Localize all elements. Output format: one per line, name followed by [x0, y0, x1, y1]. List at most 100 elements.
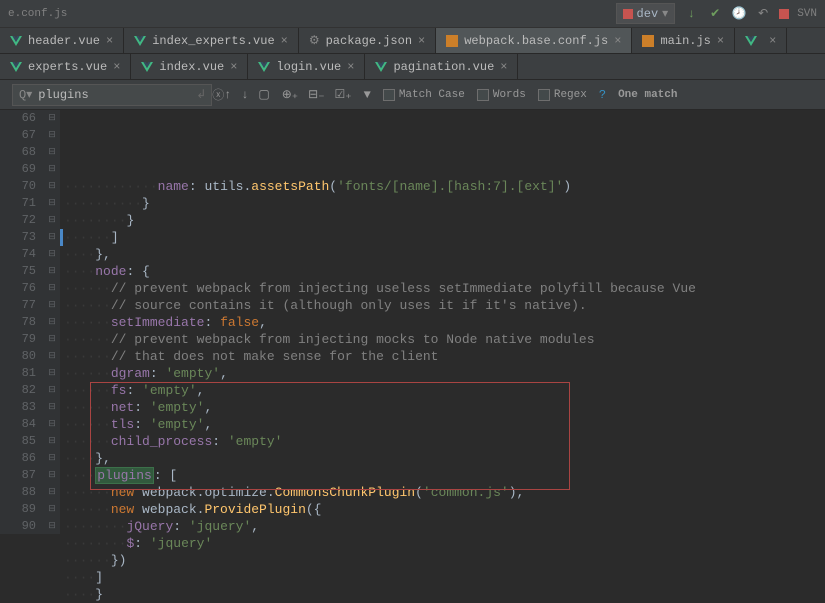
branch-icon	[623, 9, 633, 19]
code-line[interactable]: ········$: 'jquery'	[64, 535, 825, 552]
stop-icon[interactable]	[779, 9, 789, 19]
top-toolbar: e.conf.js dev ▾ ↓ ✔ 🕗 ↶ SVN	[0, 0, 825, 28]
vue-icon	[10, 36, 22, 46]
enter-icon: ↲	[196, 87, 206, 102]
close-icon[interactable]: ×	[614, 34, 621, 48]
code-line[interactable]: ····}	[64, 586, 825, 603]
code-line[interactable]: ······fs: 'empty',	[64, 382, 825, 399]
clear-search-icon[interactable]: ⓧ	[212, 86, 224, 103]
breakpoint-stripe	[60, 229, 63, 246]
editor-tab[interactable]: pagination.vue ×	[365, 54, 518, 79]
chevron-down-icon: ▾	[662, 6, 668, 21]
code-line[interactable]: ············name: utils.assetsPath('font…	[64, 178, 825, 195]
code-line[interactable]: ····},	[64, 450, 825, 467]
code-line[interactable]: ······new webpack.ProvidePlugin({	[64, 501, 825, 518]
match-case-checkbox[interactable]: Match Case	[383, 89, 465, 101]
code-line[interactable]: ········jQuery: 'jquery',	[64, 518, 825, 535]
editor-tab[interactable]: ⚙ package.json ×	[299, 28, 436, 53]
code-line[interactable]: ······new webpack.optimize.CommonsChunkP…	[64, 484, 825, 501]
vcs-history-icon[interactable]: 🕗	[731, 6, 747, 22]
code-line[interactable]: ······tls: 'empty',	[64, 416, 825, 433]
vcs-update-icon[interactable]: ↓	[683, 6, 699, 22]
editor-tab[interactable]: header.vue ×	[0, 28, 124, 53]
fold-gutter[interactable]: ⊟⊟⊟⊟⊟⊟⊟⊟⊟⊟⊟⊟⊟⊟⊟⊟⊟⊟⊟⊟⊟⊟⊟⊟⊟	[44, 110, 60, 534]
vue-icon	[375, 62, 387, 72]
close-icon[interactable]: ×	[347, 60, 354, 74]
vue-icon	[141, 62, 153, 72]
help-icon[interactable]: ?	[599, 88, 606, 102]
remove-selection-icon[interactable]: ⊟₋	[308, 87, 324, 102]
tab-label: login.vue	[276, 60, 341, 74]
code-line[interactable]: ······net: 'empty',	[64, 399, 825, 416]
code-line[interactable]: ········}	[64, 212, 825, 229]
code-line[interactable]: ······setImmediate: false,	[64, 314, 825, 331]
select-all-button[interactable]: ▢	[258, 87, 269, 102]
code-line[interactable]: ····node: {	[64, 263, 825, 280]
vue-icon	[745, 36, 757, 46]
close-icon[interactable]: ×	[281, 34, 288, 48]
editor-tab[interactable]: index_experts.vue ×	[124, 28, 299, 53]
file-path: e.conf.js	[8, 8, 67, 20]
git-branch-selector[interactable]: dev ▾	[616, 3, 676, 24]
close-icon[interactable]: ×	[717, 34, 724, 48]
code-line[interactable]: ······})	[64, 552, 825, 569]
code-line[interactable]: ······child_process: 'empty'	[64, 433, 825, 450]
branch-name: dev	[637, 7, 659, 21]
code-line[interactable]: ······]	[64, 229, 825, 246]
tab-label: header.vue	[28, 34, 100, 48]
code-line[interactable]: ······dgram: 'empty',	[64, 365, 825, 382]
editor-tab[interactable]: webpack.base.conf.js ×	[436, 28, 632, 53]
tab-label: index_experts.vue	[152, 34, 274, 48]
words-checkbox[interactable]: Words	[477, 89, 526, 101]
select-occurrences-icon[interactable]: ☑₊	[335, 87, 352, 102]
tab-label: package.json	[326, 34, 412, 48]
editor-tab[interactable]: index.vue ×	[131, 54, 248, 79]
close-icon[interactable]: ×	[230, 60, 237, 74]
regex-checkbox[interactable]: Regex	[538, 89, 587, 101]
close-icon[interactable]: ×	[418, 34, 425, 48]
add-selection-icon[interactable]: ⊕₊	[282, 87, 298, 102]
editor-tab[interactable]: login.vue ×	[248, 54, 365, 79]
svn-label: SVN	[797, 8, 817, 20]
code-line[interactable]: ······// prevent webpack from injecting …	[64, 331, 825, 348]
tab-label: pagination.vue	[393, 60, 494, 74]
code-line[interactable]: ····},	[64, 246, 825, 263]
vcs-revert-icon[interactable]: ↶	[755, 6, 771, 22]
close-icon[interactable]: ×	[500, 60, 507, 74]
search-input[interactable]	[38, 88, 190, 102]
code-area[interactable]: ············name: utils.assetsPath('font…	[60, 110, 825, 534]
vue-icon	[258, 62, 270, 72]
match-count: One match	[618, 89, 677, 101]
close-icon[interactable]: ×	[106, 34, 113, 48]
editor-tab[interactable]: experts.vue ×	[0, 54, 131, 79]
code-line[interactable]: ··········}	[64, 195, 825, 212]
code-line[interactable]: ······// that does not make sense for th…	[64, 348, 825, 365]
prev-match-button[interactable]: ↑	[224, 88, 231, 102]
code-editor[interactable]: 6667686970717273747576777879808182838485…	[0, 110, 825, 534]
vue-icon	[134, 36, 146, 46]
vue-icon	[10, 62, 22, 72]
code-line[interactable]: ····]	[64, 569, 825, 586]
search-icon: Q▾	[19, 87, 32, 102]
tab-label: experts.vue	[28, 60, 107, 74]
close-icon[interactable]: ×	[769, 34, 776, 48]
search-input-container[interactable]: Q▾ ↲ ⓧ	[12, 84, 212, 106]
js-icon	[642, 35, 654, 47]
filter-icon[interactable]: ▼	[364, 88, 371, 102]
tab-label: index.vue	[159, 60, 224, 74]
code-line[interactable]: ······// source contains it (although on…	[64, 297, 825, 314]
line-number-gutter: 6667686970717273747576777879808182838485…	[0, 110, 44, 534]
editor-tabs-row-2: experts.vue×index.vue×login.vue×paginati…	[0, 54, 825, 80]
code-line[interactable]: ····plugins: [	[64, 467, 825, 484]
tab-label: webpack.base.conf.js	[464, 34, 608, 48]
vcs-commit-icon[interactable]: ✔	[707, 6, 723, 22]
close-icon[interactable]: ×	[113, 60, 120, 74]
editor-tab[interactable]: ×	[735, 28, 787, 53]
editor-tab[interactable]: main.js ×	[632, 28, 735, 53]
code-line[interactable]: ······// prevent webpack from injecting …	[64, 280, 825, 297]
editor-tabs-row-1: header.vue × index_experts.vue × ⚙ package.js…	[0, 28, 825, 54]
next-match-button[interactable]: ↓	[241, 88, 248, 102]
tab-label: main.js	[660, 34, 710, 48]
json-icon: ⚙	[309, 33, 320, 48]
find-toolbar: Q▾ ↲ ⓧ ↑ ↓ ▢ ⊕₊ ⊟₋ ☑₊ ▼ Match Case Words…	[0, 80, 825, 110]
